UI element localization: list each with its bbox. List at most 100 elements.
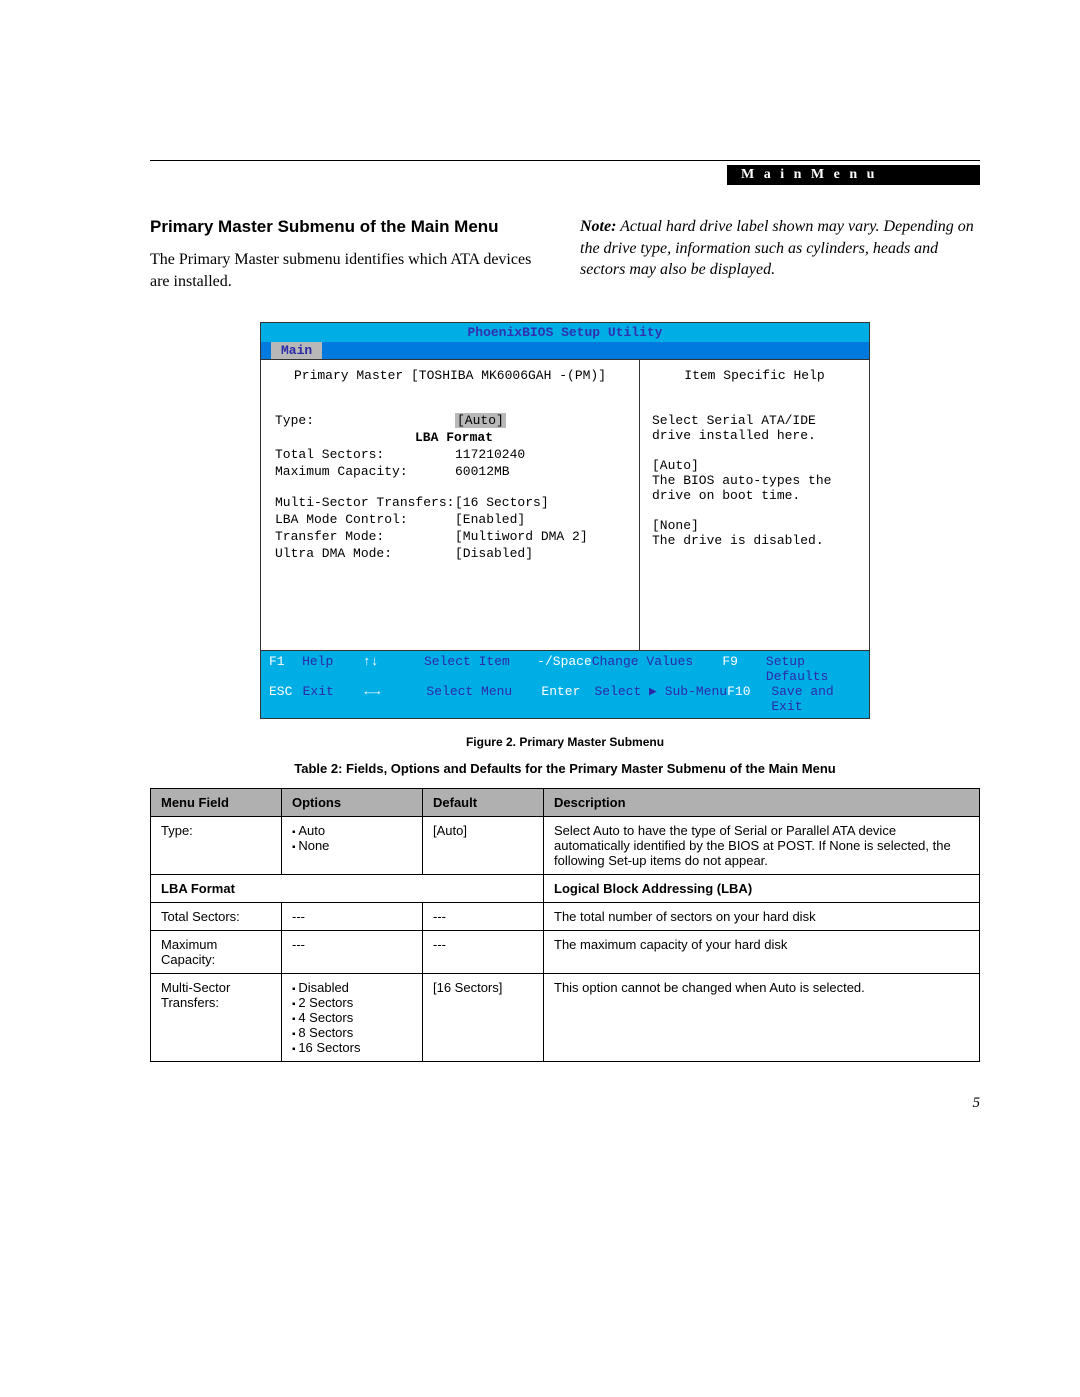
footer-save-exit: Save and Exit bbox=[771, 684, 861, 714]
table-caption: Table 2: Fields, Options and Defaults fo… bbox=[150, 761, 980, 776]
cell-description: The total number of sectors on your hard… bbox=[544, 903, 980, 931]
footer-select-item: Select Item bbox=[424, 654, 537, 684]
bios-field-value: [Auto] bbox=[455, 413, 625, 428]
cell-options: --- bbox=[282, 931, 423, 974]
bios-tab-bar: Main bbox=[260, 342, 870, 359]
th-options: Options bbox=[282, 789, 423, 817]
cell-field: Maximum Capacity: bbox=[151, 931, 282, 974]
bios-help-line: The drive is disabled. bbox=[652, 533, 857, 548]
option-item: 16 Sectors bbox=[292, 1040, 412, 1055]
bios-help-line: Select Serial ATA/IDE bbox=[652, 413, 857, 428]
bios-field-label: Ultra DMA Mode: bbox=[275, 546, 455, 561]
table-section-row: LBA FormatLogical Block Addressing (LBA) bbox=[151, 875, 980, 903]
footer-key-f1: F1 bbox=[269, 654, 302, 684]
footer-key-enter: Enter bbox=[541, 684, 594, 714]
bios-field-row: Type:[Auto] bbox=[275, 413, 625, 428]
bios-help-line bbox=[652, 443, 857, 458]
bios-subheading: LBA Format bbox=[415, 430, 625, 445]
cell-options: Disabled2 Sectors4 Sectors8 Sectors16 Se… bbox=[282, 974, 423, 1062]
footer-arrows-lr: ←→ bbox=[365, 684, 427, 714]
bios-help-line: [Auto] bbox=[652, 458, 857, 473]
bios-field-row: Transfer Mode:[Multiword DMA 2] bbox=[275, 529, 625, 544]
bios-help-line bbox=[652, 503, 857, 518]
bios-help-line: drive installed here. bbox=[652, 428, 857, 443]
footer-key-f10: F10 bbox=[727, 684, 771, 714]
note-text: Actual hard drive label shown may vary. … bbox=[580, 218, 974, 278]
section-label: LBA Format bbox=[151, 875, 544, 903]
cell-default: --- bbox=[423, 903, 544, 931]
table-row: Type:AutoNone[Auto]Select Auto to have t… bbox=[151, 817, 980, 875]
bios-field-row: Multi-Sector Transfers:[16 Sectors] bbox=[275, 495, 625, 510]
footer-key-space: -/Space bbox=[537, 654, 592, 684]
table-row: Maximum Capacity:------The maximum capac… bbox=[151, 931, 980, 974]
bios-footer: F1 Help ↑↓ Select Item -/Space Change Va… bbox=[260, 651, 870, 719]
option-item: None bbox=[292, 838, 412, 853]
bios-field-label: Transfer Mode: bbox=[275, 529, 455, 544]
bios-left-header: Primary Master [TOSHIBA MK6006GAH -(PM)] bbox=[275, 368, 625, 383]
bios-help-header: Item Specific Help bbox=[652, 368, 857, 383]
section-title: Primary Master Submenu of the Main Menu bbox=[150, 216, 550, 239]
bios-help-line: The BIOS auto-types the bbox=[652, 473, 857, 488]
bios-field-row: Maximum Capacity:60012MB bbox=[275, 464, 625, 479]
bios-help-line: drive on boot time. bbox=[652, 488, 857, 503]
cell-default: [16 Sectors] bbox=[423, 974, 544, 1062]
footer-key-esc: ESC bbox=[269, 684, 303, 714]
bios-field-label: LBA Mode Control: bbox=[275, 512, 455, 527]
bios-tab-main: Main bbox=[271, 342, 322, 359]
bios-title: PhoenixBIOS Setup Utility bbox=[260, 322, 870, 342]
th-description: Description bbox=[544, 789, 980, 817]
footer-arrows-ud: ↑↓ bbox=[363, 654, 424, 684]
bios-field-label: Type: bbox=[275, 413, 455, 428]
th-menu-field: Menu Field bbox=[151, 789, 282, 817]
cell-default: [Auto] bbox=[423, 817, 544, 875]
option-item: 2 Sectors bbox=[292, 995, 412, 1010]
cell-options: --- bbox=[282, 903, 423, 931]
cell-description: Select Auto to have the type of Serial o… bbox=[544, 817, 980, 875]
table-row: Total Sectors:------The total number of … bbox=[151, 903, 980, 931]
bios-field-value: [Multiword DMA 2] bbox=[455, 529, 625, 544]
section-desc: Logical Block Addressing (LBA) bbox=[544, 875, 980, 903]
cell-options: AutoNone bbox=[282, 817, 423, 875]
bios-help-panel: Item Specific Help Select Serial ATA/IDE… bbox=[639, 360, 869, 650]
bios-left-panel: Primary Master [TOSHIBA MK6006GAH -(PM)]… bbox=[261, 360, 639, 650]
footer-change-values: Change Values bbox=[592, 654, 723, 684]
bios-field-label: Maximum Capacity: bbox=[275, 464, 455, 479]
bios-field-value: [16 Sectors] bbox=[455, 495, 625, 510]
bios-field-value: [Enabled] bbox=[455, 512, 625, 527]
bios-field-label: Multi-Sector Transfers: bbox=[275, 495, 455, 510]
footer-key-f9: F9 bbox=[722, 654, 766, 684]
bios-help-line: [None] bbox=[652, 518, 857, 533]
option-item: 4 Sectors bbox=[292, 1010, 412, 1025]
cell-description: The maximum capacity of your hard disk bbox=[544, 931, 980, 974]
cell-field: Total Sectors: bbox=[151, 903, 282, 931]
option-item: Auto bbox=[292, 823, 412, 838]
table-row: Multi-Sector Transfers:Disabled2 Sectors… bbox=[151, 974, 980, 1062]
top-rule bbox=[150, 160, 980, 161]
th-default: Default bbox=[423, 789, 544, 817]
page-number: 5 bbox=[973, 1095, 981, 1112]
fields-table: Menu Field Options Default Description T… bbox=[150, 788, 980, 1062]
bios-field-row: LBA Mode Control:[Enabled] bbox=[275, 512, 625, 527]
cell-description: This option cannot be changed when Auto … bbox=[544, 974, 980, 1062]
bios-field-value: 60012MB bbox=[455, 464, 625, 479]
footer-select-menu: Select Menu bbox=[426, 684, 541, 714]
cell-field: Type: bbox=[151, 817, 282, 875]
option-item: Disabled bbox=[292, 980, 412, 995]
footer-select-submenu: Select ▶ Sub-Menu bbox=[594, 684, 727, 714]
bios-field-value: [Disabled] bbox=[455, 546, 625, 561]
bios-field-label: Total Sectors: bbox=[275, 447, 455, 462]
figure-caption: Figure 2. Primary Master Submenu bbox=[150, 735, 980, 749]
footer-exit: Exit bbox=[303, 684, 365, 714]
bios-field-row: Ultra DMA Mode:[Disabled] bbox=[275, 546, 625, 561]
header-tag: M a i n M e n u bbox=[727, 165, 980, 185]
bios-screenshot: PhoenixBIOS Setup Utility Main Primary M… bbox=[260, 322, 870, 719]
bios-field-value: 117210240 bbox=[455, 447, 625, 462]
option-item: 8 Sectors bbox=[292, 1025, 412, 1040]
note-label: Note: bbox=[580, 218, 616, 235]
footer-setup-defaults: Setup Defaults bbox=[766, 654, 861, 684]
cell-field: Multi-Sector Transfers: bbox=[151, 974, 282, 1062]
intro-text: The Primary Master submenu identifies wh… bbox=[150, 249, 550, 292]
cell-default: --- bbox=[423, 931, 544, 974]
bios-field-row: Total Sectors:117210240 bbox=[275, 447, 625, 462]
footer-help: Help bbox=[302, 654, 363, 684]
